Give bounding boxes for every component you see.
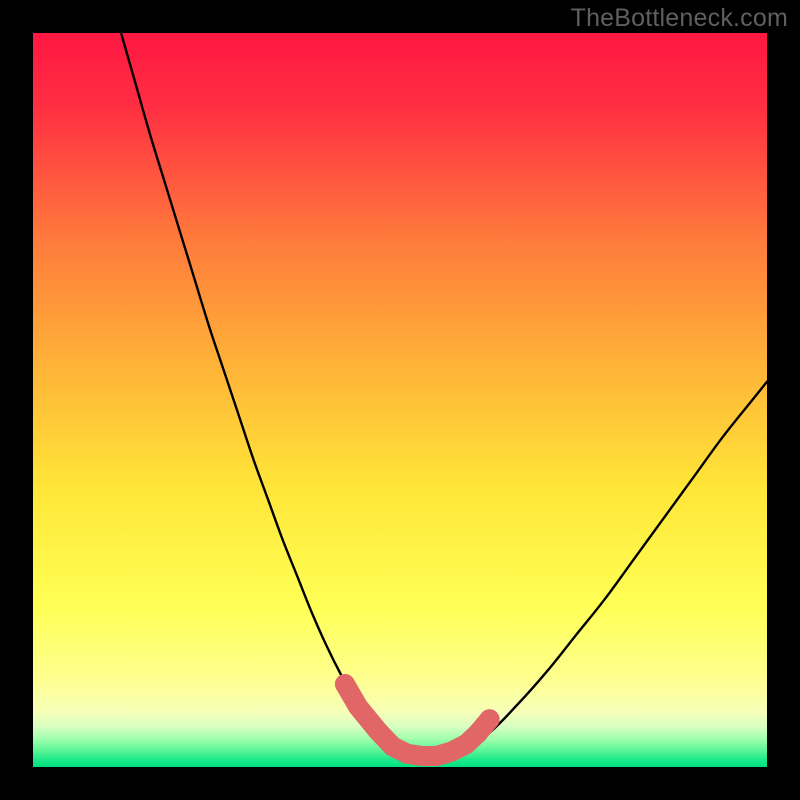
gradient-background — [33, 33, 767, 767]
chart-frame: TheBottleneck.com — [0, 0, 800, 800]
chart-plot-area — [33, 33, 767, 767]
marker-dot — [480, 709, 500, 729]
marker-dot — [348, 697, 368, 717]
marker-dot — [368, 721, 388, 741]
watermark-text: TheBottleneck.com — [571, 4, 788, 33]
marker-dot — [335, 674, 355, 694]
chart-svg — [33, 33, 767, 767]
